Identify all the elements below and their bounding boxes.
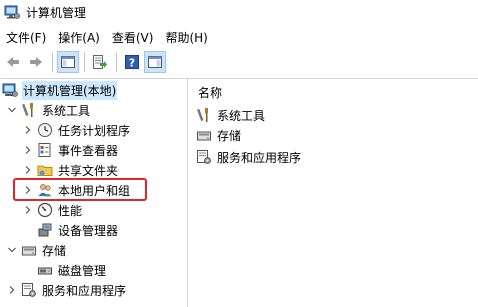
tree-item-label: 计算机管理(本地) [22, 80, 118, 100]
device-manager-icon [37, 222, 53, 238]
services-apps-icon [21, 282, 37, 298]
chevron-right-icon[interactable] [22, 144, 34, 156]
tree-item-label: 性能 [58, 203, 83, 218]
list-item[interactable]: 服务和应用程序 [196, 148, 302, 166]
tree-item-task-scheduler[interactable]: 任务计划程序 [22, 120, 131, 140]
chevron-right-icon[interactable] [22, 204, 34, 216]
back-arrow-icon[interactable] [2, 51, 24, 73]
tree-item-system-tools[interactable]: 系统工具 [6, 100, 91, 120]
tree-item-shared-folders[interactable]: 共享文件夹 [22, 160, 119, 180]
menu-action[interactable]: 操作(A) [52, 29, 106, 46]
system-tools-icon [21, 102, 37, 118]
tree-item-performance[interactable]: 性能 [22, 200, 83, 220]
tree-item-label: 存储 [42, 243, 67, 258]
services-apps-icon [196, 149, 212, 165]
highlight-box [13, 178, 147, 201]
tree-item-label: 事件查看器 [58, 143, 119, 158]
tree-item-storage[interactable]: 存储 [6, 240, 67, 260]
export-list-icon[interactable] [89, 51, 111, 73]
toolbar-separator [116, 52, 117, 72]
menu-file[interactable]: 文件(F) [0, 29, 52, 46]
clock-icon [37, 122, 53, 138]
svg-text:?: ? [129, 57, 135, 70]
list-item[interactable]: 存储 [196, 126, 242, 144]
toolbar-separator [84, 52, 85, 72]
list-item-label: 系统工具 [217, 108, 266, 123]
system-tools-icon [196, 107, 212, 123]
tree-item-label: 共享文件夹 [58, 163, 119, 178]
tree-item-services-apps[interactable]: 服务和应用程序 [6, 280, 127, 300]
disk-management-icon [37, 262, 53, 278]
storage-icon [21, 242, 37, 258]
list-item-label: 服务和应用程序 [217, 150, 302, 165]
properties-pane-icon[interactable] [144, 51, 166, 73]
tree-item-event-viewer[interactable]: 事件查看器 [22, 140, 119, 160]
list-item-label: 存储 [217, 128, 242, 143]
shared-folder-icon [37, 162, 53, 178]
tree-item-label: 服务和应用程序 [42, 283, 127, 298]
list-item[interactable]: 系统工具 [196, 106, 266, 124]
computer-management-icon [2, 82, 18, 98]
chevron-down-icon[interactable] [6, 104, 18, 116]
title-bar: 计算机管理 [0, 0, 478, 24]
window-title: 计算机管理 [26, 5, 87, 20]
performance-gauge-icon [37, 202, 53, 218]
chevron-right-icon[interactable] [6, 284, 18, 296]
forward-arrow-icon[interactable] [25, 51, 47, 73]
tree-item-label: 设备管理器 [58, 223, 119, 238]
computer-management-icon [4, 4, 20, 20]
show-hide-tree-icon[interactable] [57, 51, 79, 73]
storage-icon [196, 127, 212, 143]
tree-item-computer-management[interactable]: 计算机管理(本地) [2, 80, 118, 100]
event-viewer-icon [37, 142, 53, 158]
tree-item-label: 磁盘管理 [58, 263, 107, 278]
tree-item-label: 任务计划程序 [58, 123, 131, 138]
tree-item-disk-management[interactable]: 磁盘管理 [37, 260, 107, 280]
menu-view[interactable]: 查看(V) [106, 29, 160, 46]
column-header-name[interactable]: 名称 [198, 84, 222, 101]
toolbar-separator [52, 52, 53, 72]
help-icon[interactable]: ? [121, 51, 143, 73]
chevron-down-icon[interactable] [6, 244, 18, 256]
menu-bar: 文件(F) 操作(A) 查看(V) 帮助(H) [0, 27, 478, 47]
toolbar: ? [0, 49, 478, 75]
chevron-right-icon[interactable] [22, 164, 34, 176]
menu-help[interactable]: 帮助(H) [159, 29, 213, 46]
tree-item-label: 系统工具 [42, 103, 91, 118]
chevron-right-icon[interactable] [22, 124, 34, 136]
tree-item-device-manager[interactable]: 设备管理器 [37, 220, 119, 240]
